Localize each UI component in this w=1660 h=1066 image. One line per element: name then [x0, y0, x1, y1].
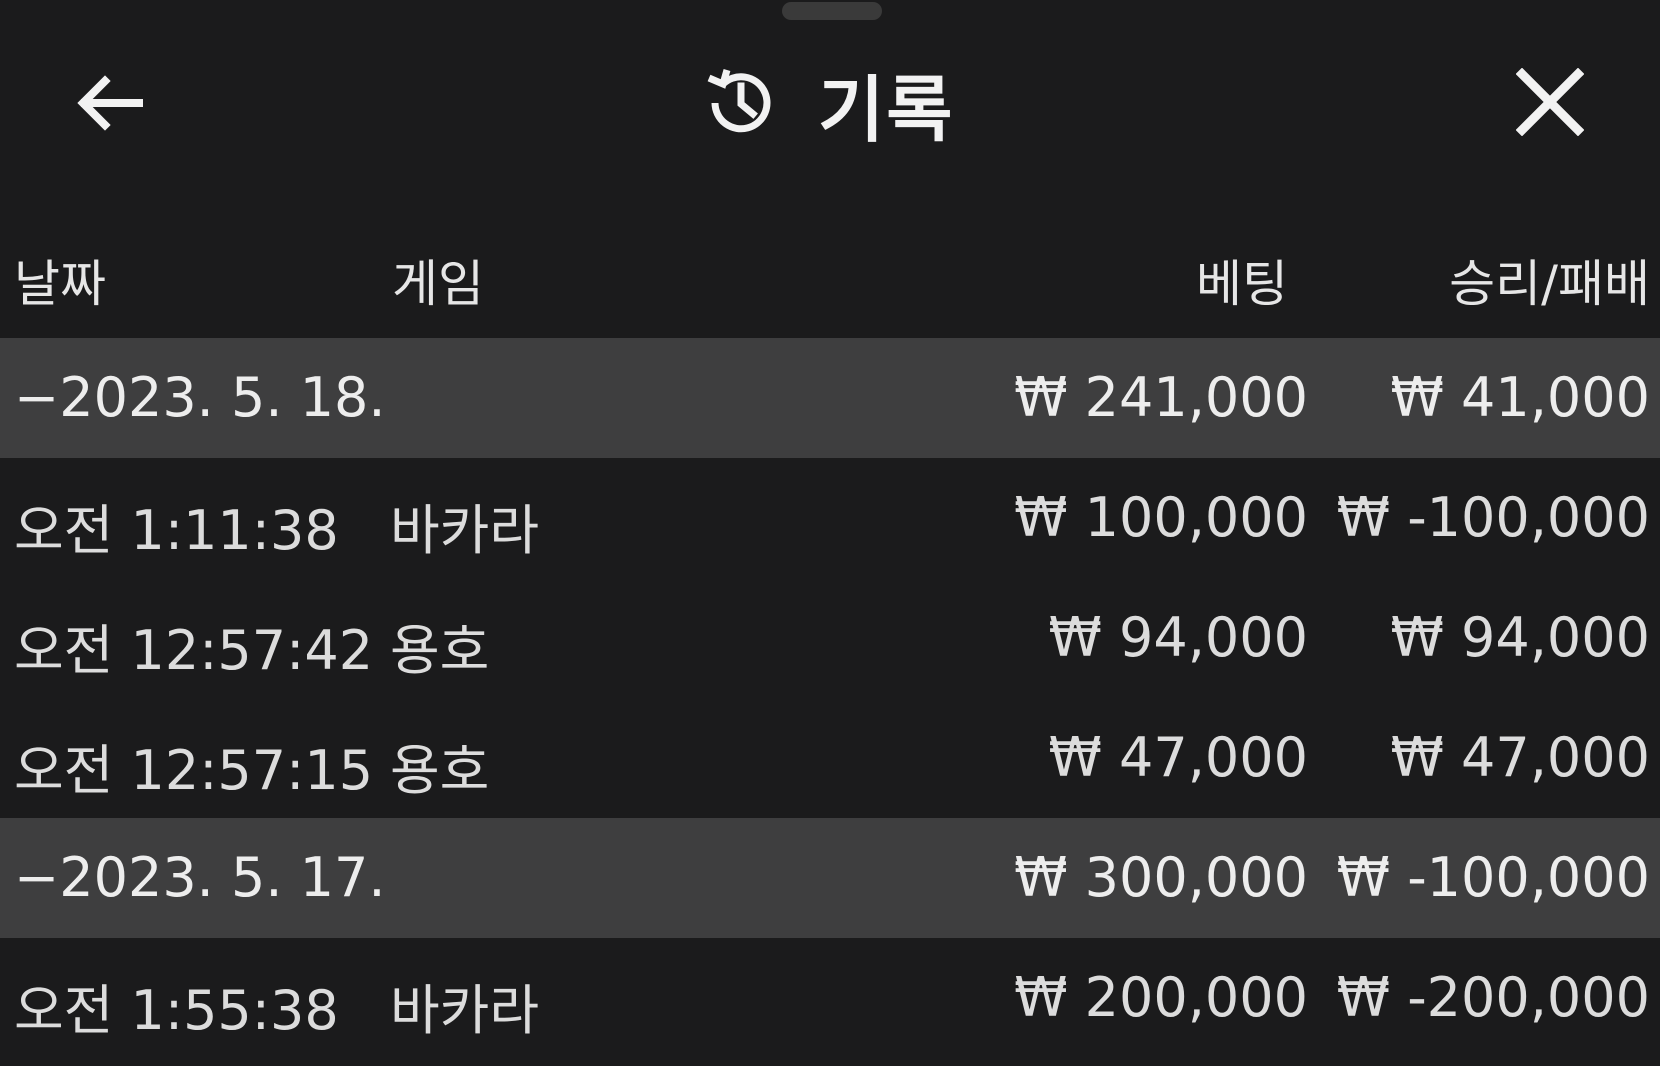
group-bet-total: ₩ 241,000	[1014, 366, 1308, 429]
date-group-row[interactable]: −2023. 5. 18. ₩ 241,000 ₩ 41,000	[0, 338, 1660, 458]
row-bet: ₩ 100,000	[1014, 486, 1308, 549]
row-win-loss: ₩ 94,000	[1390, 606, 1650, 669]
close-icon	[1516, 68, 1584, 136]
drag-handle[interactable]	[782, 2, 882, 20]
row-bet: ₩ 200,000	[1014, 966, 1308, 1029]
group-win-total: ₩ 41,000	[1390, 366, 1650, 429]
row-bet: ₩ 94,000	[1048, 606, 1308, 669]
table-row[interactable]: 오전 1:55:38 바카라 ₩ 200,000 ₩ -200,000	[0, 938, 1660, 1058]
back-button[interactable]	[70, 68, 150, 138]
column-header-game: 게임	[392, 255, 484, 313]
row-win-loss: ₩ -200,000	[1336, 966, 1650, 1029]
arrow-left-icon	[77, 75, 143, 131]
row-time: 오전 12:57:42	[14, 619, 374, 682]
group-date: −2023. 5. 18.	[14, 366, 386, 429]
history-sheet: 기록 날짜 게임 베팅 승리/패배 −2023. 5. 18. ₩ 241,00…	[0, 0, 1660, 1066]
date-group-row[interactable]: −2023. 5. 17. ₩ 300,000 ₩ -100,000	[0, 818, 1660, 938]
history-icon	[700, 63, 780, 143]
history-table: 날짜 게임 베팅 승리/패배 −2023. 5. 18. ₩ 241,000 ₩…	[0, 222, 1660, 1058]
row-game: 용호	[390, 739, 490, 802]
column-header-bet: 베팅	[1196, 255, 1288, 313]
table-row[interactable]: 오전 12:57:15 용호 ₩ 47,000 ₩ 47,000	[0, 698, 1660, 818]
group-bet-total: ₩ 300,000	[1014, 846, 1308, 909]
page-title: 기록	[818, 67, 955, 152]
row-game: 바카라	[390, 499, 540, 562]
group-date: −2023. 5. 17.	[14, 846, 386, 909]
row-bet: ₩ 47,000	[1048, 726, 1308, 789]
table-row[interactable]: 오전 12:57:42 용호 ₩ 94,000 ₩ 94,000	[0, 578, 1660, 698]
row-game: 용호	[390, 619, 490, 682]
row-win-loss: ₩ 47,000	[1390, 726, 1650, 789]
table-row[interactable]: 오전 1:11:38 바카라 ₩ 100,000 ₩ -100,000	[0, 458, 1660, 578]
group-win-total: ₩ -100,000	[1336, 846, 1650, 909]
row-time: 오전 1:11:38	[14, 499, 339, 562]
row-win-loss: ₩ -100,000	[1336, 486, 1650, 549]
column-header-win-loss: 승리/패배	[1449, 255, 1650, 313]
close-button[interactable]	[1510, 64, 1590, 140]
row-time: 오전 1:55:38	[14, 979, 339, 1042]
column-header-date: 날짜	[14, 255, 106, 313]
row-game: 바카라	[390, 979, 540, 1042]
header-title: 기록	[700, 58, 954, 152]
table-header: 날짜 게임 베팅 승리/패배	[0, 222, 1660, 338]
row-time: 오전 12:57:15	[14, 739, 374, 802]
